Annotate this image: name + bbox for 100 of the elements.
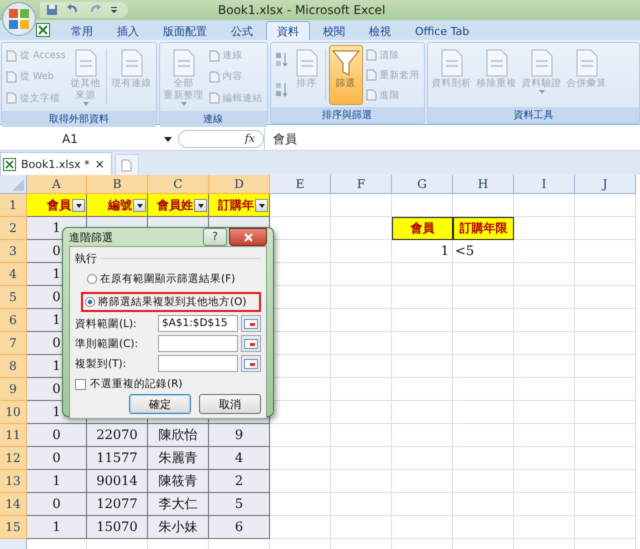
- help-button[interactable]: ?: [203, 228, 227, 246]
- table-cell: 陳欣怡: [148, 424, 209, 447]
- column-header[interactable]: A: [27, 175, 87, 194]
- ribbon-tab[interactable]: 檢視: [358, 21, 402, 40]
- input-field[interactable]: $A$1:$D$15: [158, 315, 238, 332]
- new-tab-button[interactable]: [114, 154, 139, 175]
- ribbon-tab[interactable]: 版面配置: [152, 21, 218, 40]
- row-header[interactable]: 5: [0, 286, 27, 309]
- table-cell: [514, 493, 575, 516]
- row-header[interactable]: 8: [0, 355, 27, 378]
- column-header[interactable]: D: [209, 175, 270, 194]
- row-header[interactable]: 6: [0, 309, 27, 332]
- header-label: 訂購年: [218, 196, 254, 214]
- ribbon-tab[interactable]: Office Tab: [404, 21, 480, 40]
- ribbon-tab[interactable]: 常用: [60, 21, 104, 40]
- radio-option[interactable]: 在原有範圍顯示篩選結果(F): [87, 272, 257, 286]
- document-icon: [294, 48, 320, 78]
- row-header[interactable]: 10: [0, 401, 27, 424]
- column-header[interactable]: C: [148, 175, 209, 194]
- function-button[interactable]: fx: [178, 130, 264, 148]
- row-header[interactable]: 4: [0, 263, 27, 286]
- customize-caret-icon[interactable]: [110, 6, 118, 14]
- range-picker-button[interactable]: [241, 355, 261, 372]
- table-cell: 0: [27, 424, 87, 447]
- table-cell: [331, 332, 392, 355]
- funnel-icon: [330, 48, 361, 78]
- column-header[interactable]: H: [453, 175, 514, 194]
- dropdown-caret-icon[interactable]: [164, 136, 172, 142]
- table-cell: [270, 470, 331, 493]
- column-header[interactable]: B: [87, 175, 148, 194]
- table-cell: 90014: [87, 470, 148, 493]
- range-picker-button[interactable]: [241, 335, 261, 352]
- input-field[interactable]: [158, 355, 238, 372]
- table-cell: [331, 194, 392, 217]
- column-header[interactable]: G: [392, 175, 453, 194]
- row-header[interactable]: 14: [0, 493, 27, 516]
- table-cell: [331, 378, 392, 401]
- squares-logo-icon: [8, 8, 30, 30]
- table-cell: [392, 309, 453, 332]
- row-header[interactable]: 12: [0, 447, 27, 470]
- row-header[interactable]: 2: [0, 217, 27, 240]
- table-cell: [392, 263, 453, 286]
- row-header[interactable]: 1: [0, 194, 27, 217]
- table-cell: [392, 493, 453, 516]
- row-header[interactable]: 15: [0, 516, 27, 539]
- table-cell: [392, 355, 453, 378]
- ribbon-tab[interactable]: 資料: [266, 21, 310, 40]
- column-header[interactable]: I: [514, 175, 575, 194]
- name-box[interactable]: A1: [0, 132, 140, 146]
- radio-button[interactable]: [87, 274, 97, 284]
- table-cell: [453, 516, 514, 539]
- radio-button[interactable]: [85, 297, 95, 307]
- row-header[interactable]: 9: [0, 378, 27, 401]
- office-button[interactable]: [2, 2, 36, 36]
- row-header[interactable]: 7: [0, 332, 27, 355]
- filter-dropdown-button[interactable]: [194, 199, 207, 212]
- filter-dropdown-button[interactable]: [72, 199, 85, 212]
- document-icon: [574, 48, 600, 78]
- document-tab[interactable]: Book1.xlsx * ×: [0, 152, 112, 175]
- table-cell: [270, 493, 331, 516]
- table-cell: [331, 309, 392, 332]
- table-cell: [392, 401, 453, 424]
- table-cell: [514, 401, 575, 424]
- radio-option[interactable]: 將篩選結果複製到其他地方(O): [85, 295, 257, 309]
- table-cell: [392, 516, 453, 539]
- table-cell: [453, 378, 514, 401]
- close-button[interactable]: ×: [94, 157, 105, 171]
- ribbon-tab[interactable]: 校閱: [312, 21, 356, 40]
- dialog-button[interactable]: 取消: [199, 394, 261, 414]
- table-cell: [575, 240, 636, 263]
- input-field[interactable]: [158, 335, 238, 352]
- table-cell: 9: [209, 424, 270, 447]
- tab-label: Book1.xlsx *: [21, 158, 90, 170]
- checkbox[interactable]: [75, 378, 86, 390]
- header-label: 編號: [108, 196, 132, 214]
- ribbon-tab[interactable]: 插入: [106, 21, 150, 40]
- range-picker-button[interactable]: [241, 315, 261, 332]
- dialog-button[interactable]: 確定: [129, 394, 191, 414]
- table-cell: [514, 470, 575, 493]
- ribbon-tab[interactable]: 公式: [220, 21, 264, 40]
- triangle-icon: [12, 179, 24, 191]
- table-cell: 訂購年限: [453, 217, 514, 240]
- column-header[interactable]: F: [331, 175, 392, 194]
- sort-ascending-icon[interactable]: [274, 51, 289, 69]
- header-label: 會員: [47, 196, 71, 214]
- row-header[interactable]: 11: [0, 424, 27, 447]
- formula-field[interactable]: 會員: [264, 128, 640, 150]
- filter-dropdown-button[interactable]: [133, 199, 146, 212]
- save-icon[interactable]: [46, 4, 58, 16]
- table-cell: [514, 309, 575, 332]
- column-header[interactable]: J: [575, 175, 636, 194]
- row-header[interactable]: 3: [0, 240, 27, 263]
- column-header[interactable]: E: [270, 175, 331, 194]
- close-button[interactable]: [229, 228, 267, 246]
- row-header[interactable]: 13: [0, 470, 27, 493]
- table-cell: [514, 194, 575, 217]
- table-cell: [453, 447, 514, 470]
- filter-dropdown-button[interactable]: [255, 199, 268, 212]
- table-cell: [575, 332, 636, 355]
- sort-descending-icon[interactable]: [274, 81, 289, 99]
